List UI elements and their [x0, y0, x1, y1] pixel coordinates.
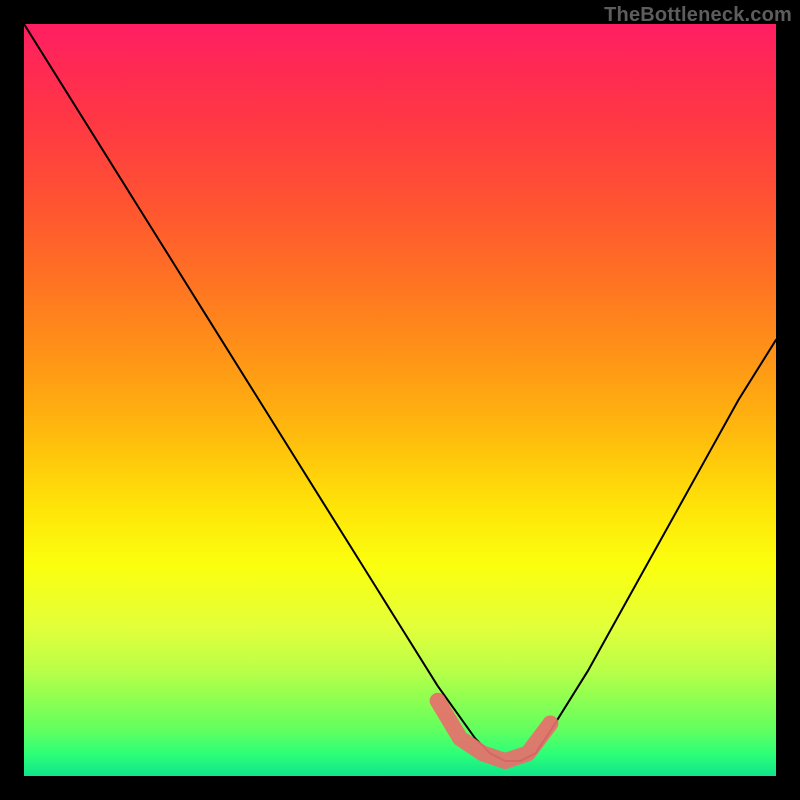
plot-area	[24, 24, 776, 776]
chart-stage: TheBottleneck.com	[0, 0, 800, 800]
curve-layer	[24, 24, 776, 776]
bottleneck-curve-line	[24, 24, 776, 761]
